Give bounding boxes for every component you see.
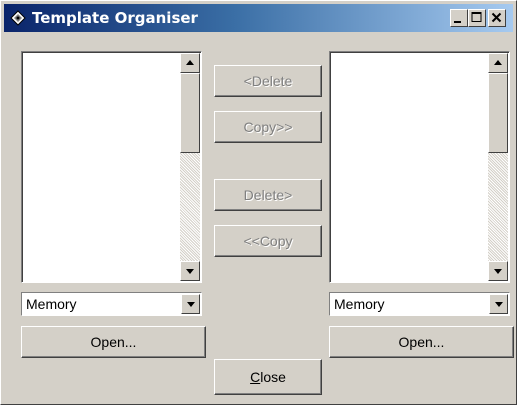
window-title: Template Organiser (32, 9, 198, 27)
left-scroll-down-button[interactable] (180, 261, 200, 281)
close-icon (491, 12, 502, 23)
left-template-list[interactable] (21, 51, 202, 283)
template-organiser-window: Template Organiser <Delete Copy>> Delete… (0, 0, 517, 405)
right-scroll-thumb[interactable] (488, 73, 508, 153)
left-scroll-up-button[interactable] (180, 53, 200, 73)
arrow-down-icon (186, 269, 194, 274)
left-open-button[interactable]: Open... (21, 326, 206, 358)
arrow-up-icon (186, 60, 194, 65)
title-bar[interactable]: Template Organiser (4, 4, 513, 32)
right-list-scrollbar[interactable] (488, 53, 508, 281)
close-button[interactable]: Close (214, 359, 322, 395)
arrow-down-icon (494, 269, 502, 274)
minimize-icon (454, 21, 461, 23)
right-template-list[interactable] (329, 51, 510, 283)
copy-left-button[interactable]: <<Copy (214, 225, 322, 257)
left-list-scrollbar[interactable] (180, 53, 200, 281)
right-storage-select[interactable]: Memory (329, 292, 510, 316)
left-storage-select[interactable]: Memory (21, 292, 202, 316)
right-dropdown-button[interactable] (489, 294, 508, 314)
left-scroll-thumb[interactable] (180, 73, 200, 153)
maximize-icon (471, 12, 482, 22)
chevron-down-icon (495, 302, 503, 307)
arrow-up-icon (494, 60, 502, 65)
chevron-down-icon (187, 302, 195, 307)
close-window-button[interactable] (488, 9, 506, 27)
left-storage-value: Memory (26, 296, 77, 312)
close-mnemonic: C (250, 369, 261, 385)
close-label-suffix: lose (260, 369, 286, 385)
right-open-button[interactable]: Open... (329, 326, 514, 358)
right-scroll-down-button[interactable] (488, 261, 508, 281)
maximize-button[interactable] (468, 9, 486, 27)
right-storage-value: Memory (334, 296, 385, 312)
delete-right-button[interactable]: Delete> (214, 179, 322, 211)
app-icon (10, 10, 26, 26)
minimize-button[interactable] (450, 9, 468, 27)
copy-right-button[interactable]: Copy>> (214, 111, 322, 143)
left-dropdown-button[interactable] (181, 294, 200, 314)
delete-left-button[interactable]: <Delete (214, 65, 322, 97)
right-scroll-up-button[interactable] (488, 53, 508, 73)
